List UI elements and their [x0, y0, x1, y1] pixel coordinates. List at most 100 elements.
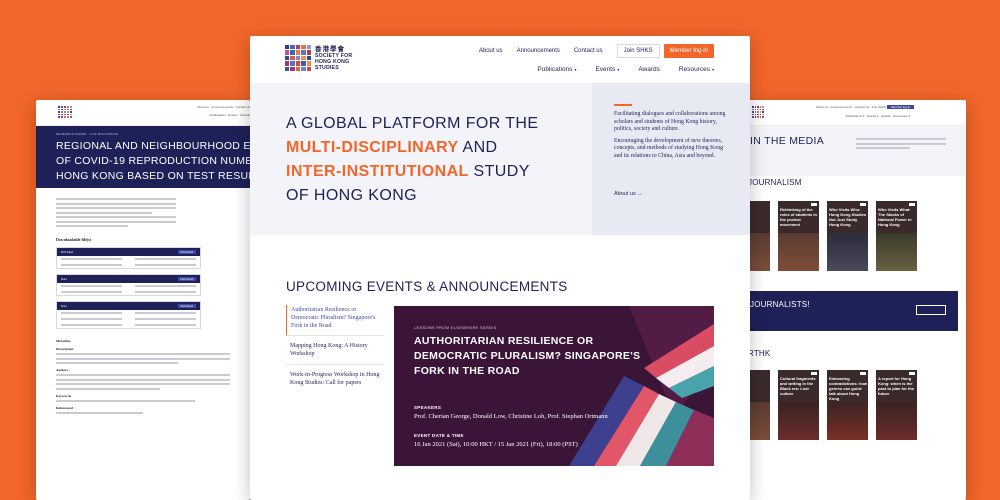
about-link[interactable]: About us	[479, 48, 503, 54]
logo-tile	[70, 113, 72, 116]
site-logo-text[interactable]: 香港學會 SOCIETY FOR HONG KONG STUDIES	[315, 46, 352, 71]
site-logo-icon[interactable]	[285, 45, 311, 71]
media-card[interactable]	[748, 201, 770, 271]
nav-resources[interactable]: Resources ▾	[679, 66, 714, 73]
logo-tile	[306, 66, 311, 71]
paper-body: Downloadable file(s) Full Paper Download …	[36, 188, 250, 426]
download-card[interactable]: Data Download	[56, 301, 201, 329]
logo-tile	[67, 106, 69, 108]
announcements-link[interactable]: Announcements	[517, 48, 560, 54]
right-top-nav[interactable]: About us · Announcements · Contact us · …	[816, 105, 915, 109]
event-series-label: LESSONS FROM ELSEWHERE SERIES	[414, 325, 497, 330]
rthk-heading: RTHK	[748, 349, 771, 358]
media-card[interactable]: Who Visits Who: Hong Kong Studies Not Ju…	[827, 201, 868, 271]
media-card[interactable]: Rethinking of the roles of students in t…	[778, 201, 819, 271]
logo-tile	[61, 111, 63, 113]
right-header: About us · Announcements · Contact us · …	[746, 100, 966, 126]
contact-link[interactable]: Contact us	[574, 48, 603, 54]
metadata-heading: Metadata	[56, 339, 71, 343]
logo-tile	[58, 106, 60, 108]
logo-tile	[64, 111, 66, 113]
main-nav: Publications ▾ Events ▾ Awards Resources ▾	[537, 66, 714, 73]
metadata-section: Metadata Description Authors Keywords Re…	[56, 339, 230, 414]
logo-tile	[759, 106, 762, 108]
downloads-heading: Downloadable file(s)	[56, 237, 91, 242]
left-header: About us · Announcements · Contact us Pu…	[36, 100, 250, 126]
logo-tile	[762, 106, 764, 108]
top-nav: About us Announcements Contact us Join S…	[479, 44, 714, 58]
logo-tile	[754, 108, 757, 111]
logo-tile	[752, 116, 754, 118]
member-login-button[interactable]: Member log-in	[663, 44, 714, 58]
event-item[interactable]: Authoritarian Resilience or Democratic P…	[286, 305, 384, 337]
logo-tile	[759, 111, 762, 113]
logo-tile	[67, 111, 69, 113]
logo-tile	[759, 113, 762, 116]
logo-tile	[70, 108, 72, 111]
logo-tile	[285, 66, 290, 71]
right-main-nav[interactable]: Publications ▾ Events ▾ Awards Resources…	[846, 114, 910, 118]
logo-tile	[64, 106, 66, 108]
logo-tile	[285, 55, 290, 61]
logo-tile	[58, 113, 60, 116]
logo-tile	[64, 108, 66, 111]
download-card[interactable]: Data Download	[56, 274, 201, 296]
event-title: AUTHORITARIAN RESILIENCE OR DEMOCRATIC P…	[414, 335, 641, 377]
download-card[interactable]: Full Paper Download	[56, 247, 201, 269]
media-card[interactable]: Who Visits What: The Stacks of National …	[876, 201, 917, 271]
logo-tile	[290, 66, 295, 71]
research-paper-window: About us · Announcements · Contact us Pu…	[36, 100, 250, 500]
nav-awards[interactable]: Awards	[638, 66, 660, 73]
media-card[interactable]: A report for Hong Kong: when is the past…	[876, 370, 917, 440]
event-item[interactable]: Work-in-Progress Workshop in Hong Kong S…	[286, 370, 384, 393]
date-value: 16 Jan 2021 (Sat), 10:00 HKT / 15 Jan 20…	[414, 441, 578, 448]
logo-tile	[295, 61, 301, 66]
logo-tile	[295, 66, 301, 71]
event-item[interactable]: Mapping Hong Kong: A History Workshop	[286, 341, 384, 365]
logo-tile	[285, 61, 290, 66]
journalism-heading: JOURNALISM	[748, 178, 802, 187]
media-card[interactable]: Cultural fragments and writing in the Bl…	[778, 370, 819, 440]
journalists-cta[interactable]: JOURNALISTS!	[748, 291, 958, 331]
left-main-nav[interactable]: Publications · Events · Awards	[210, 113, 250, 117]
speakers-value: Prof. Cherian George, Donald Low, Christ…	[414, 413, 608, 420]
logo-tile	[61, 106, 63, 108]
logo-tile	[306, 50, 311, 55]
logo-tile	[70, 111, 72, 113]
paper-title: REGIONAL AND NEIGHBOURHOOD ESTIMATES OF …	[56, 140, 250, 182]
about-us-link[interactable]: About us →	[614, 191, 643, 197]
paper-abstract	[56, 198, 176, 227]
left-top-nav[interactable]: About us · Announcements · Contact us	[197, 105, 250, 109]
logo-tile	[61, 113, 63, 116]
paper-kicker: RESEARCH PAPER · LIVE DISCUSSION	[56, 132, 119, 136]
media-window: About us · Announcements · Contact us · …	[746, 100, 966, 500]
media-title: IN THE MEDIA	[750, 135, 824, 147]
logo-tile	[759, 108, 762, 111]
media-card[interactable]: Embracing contradictions: how genres can…	[827, 370, 868, 440]
logo-tile	[58, 116, 60, 118]
join-button[interactable]: Join SHKS	[616, 44, 660, 58]
logo-tile	[61, 116, 63, 118]
featured-event-card[interactable]: LESSONS FROM ELSEWHERE SERIES AUTHORITAR…	[394, 306, 714, 466]
events-list: Authoritarian Resilience or Democratic P…	[286, 305, 384, 398]
nav-publications[interactable]: Publications ▾	[537, 66, 576, 73]
logo-tile	[757, 113, 759, 116]
logo-tile	[306, 55, 311, 61]
media-card[interactable]	[748, 370, 770, 440]
logo-tile	[70, 106, 72, 108]
logo-tile	[752, 108, 754, 111]
logo-tile	[752, 113, 754, 116]
site-logo-icon[interactable]	[752, 106, 764, 118]
logo-tile	[762, 111, 764, 113]
logo-tile	[752, 106, 754, 108]
logo-tile	[295, 55, 301, 61]
logo-tile	[67, 116, 69, 118]
logo-tile	[759, 116, 762, 118]
logo-tile	[754, 106, 757, 108]
paper-banner: RESEARCH PAPER · LIVE DISCUSSION REGIONA…	[36, 126, 250, 188]
hero-intro: Facilitating dialogues and collaboration…	[592, 83, 750, 235]
logo-tile	[295, 45, 301, 50]
cta-button[interactable]	[916, 305, 946, 315]
site-logo-icon[interactable]	[58, 106, 72, 118]
nav-events[interactable]: Events ▾	[595, 66, 619, 73]
